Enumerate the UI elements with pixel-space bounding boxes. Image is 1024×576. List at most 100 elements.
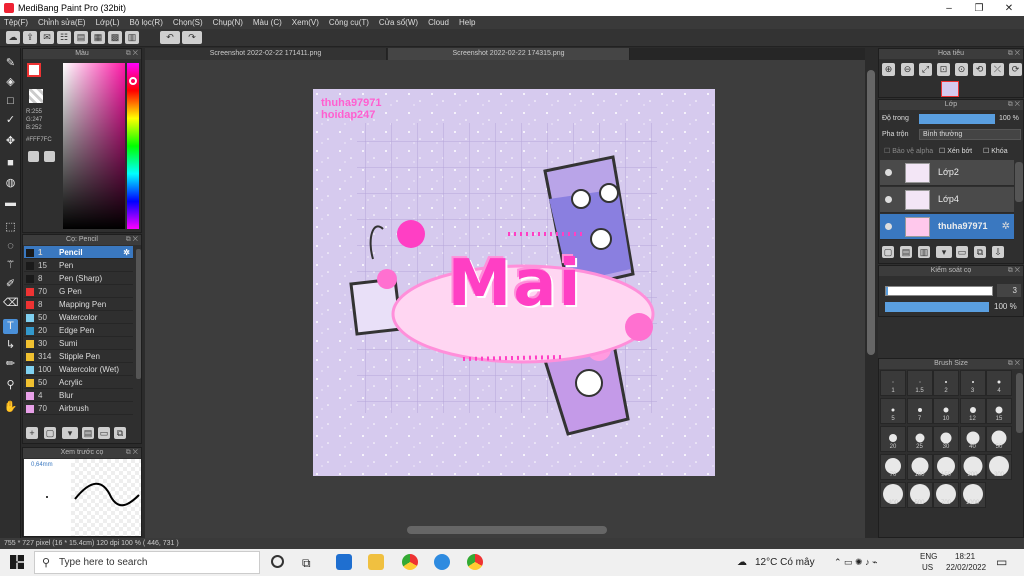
saturation-picker[interactable] bbox=[63, 63, 125, 229]
brush-item[interactable]: 1 Pencil ✲ bbox=[24, 246, 133, 259]
menu-snap[interactable]: Chụp(N) bbox=[213, 18, 243, 27]
brush-item[interactable]: 70 G Pen bbox=[24, 285, 133, 298]
brush-size-cell[interactable]: 4 bbox=[986, 370, 1012, 396]
chat-icon[interactable]: ☷ bbox=[57, 31, 71, 44]
merge-layer-icon[interactable]: ⇩ bbox=[992, 246, 1004, 258]
cortana-icon[interactable] bbox=[271, 555, 284, 568]
brush-size-cell[interactable]: 300 bbox=[986, 454, 1012, 480]
chrome-icon[interactable] bbox=[402, 554, 418, 570]
upload-icon[interactable]: ⇪ bbox=[23, 31, 37, 44]
taskbar-search[interactable]: ⚲ Type here to search bbox=[34, 551, 260, 574]
brush-size-cell[interactable]: 70 bbox=[880, 454, 906, 480]
new-brush-icon[interactable]: ▢ bbox=[44, 427, 56, 439]
dropper-tool-icon[interactable]: ⚲ bbox=[3, 378, 18, 393]
menu-view[interactable]: Xem(V) bbox=[292, 18, 319, 27]
brush-item[interactable]: 314 Stipple Pen bbox=[24, 350, 133, 363]
hue-slider[interactable] bbox=[127, 63, 139, 229]
brush-size-cell[interactable]: 25 bbox=[906, 426, 933, 452]
brush-size-cell[interactable]: 700 bbox=[933, 482, 959, 508]
file-explorer-icon[interactable] bbox=[368, 554, 384, 570]
brush-size-cell[interactable]: 500 bbox=[906, 482, 933, 508]
folder-icon[interactable]: ▭ bbox=[98, 427, 110, 439]
select-pen-icon[interactable]: ✐ bbox=[3, 277, 18, 292]
brush-item[interactable]: 4 Blur bbox=[24, 389, 133, 402]
layer-menu-icon[interactable]: ▾ bbox=[936, 246, 952, 258]
language-indicator[interactable]: ENG bbox=[920, 552, 937, 561]
new-8bit-icon[interactable]: ▥ bbox=[918, 246, 930, 258]
wand-tool-icon[interactable]: ⚚ bbox=[3, 258, 18, 273]
brush-item[interactable]: 8 Mapping Pen bbox=[24, 298, 133, 311]
new-layer-icon[interactable]: ▢ bbox=[882, 246, 894, 258]
clip-checkbox[interactable]: ☐ Xén bớt bbox=[939, 147, 972, 155]
transparent-swatch[interactable] bbox=[29, 89, 43, 103]
text-tool-icon[interactable]: T bbox=[3, 319, 18, 334]
brush-size-cell[interactable]: 12 bbox=[959, 398, 986, 424]
hue-handle[interactable] bbox=[129, 77, 137, 85]
flip-icon[interactable]: ⤫ bbox=[991, 63, 1004, 76]
menu-color[interactable]: Màu (C) bbox=[253, 18, 282, 27]
reset-icon[interactable]: ⟳ bbox=[1009, 63, 1022, 76]
maximize-icon[interactable]: ❐ bbox=[964, 3, 994, 14]
settings-icon[interactable]: ▥ bbox=[125, 31, 139, 44]
clock-time[interactable]: 18:21 bbox=[955, 552, 975, 561]
cloud-icon[interactable]: ☁ bbox=[6, 31, 20, 44]
layer-folder-icon[interactable]: ▭ bbox=[956, 246, 968, 258]
fill-rect-icon[interactable]: ■ bbox=[3, 156, 18, 171]
weather-text[interactable]: 12°C Có mây bbox=[755, 557, 815, 568]
medibang-icon[interactable] bbox=[467, 554, 483, 570]
layer-scrollbar[interactable] bbox=[1015, 162, 1023, 202]
undo-icon[interactable]: ↶ bbox=[160, 31, 180, 44]
move-tool-icon[interactable]: ✥ bbox=[3, 134, 18, 149]
drawing-canvas[interactable]: Mai thuha97971 hoidap247 bbox=[313, 89, 715, 476]
tray-icons[interactable]: ⌃ ▭ ✺ ♪ ⌁ bbox=[834, 557, 878, 568]
menu-edit[interactable]: Chỉnh sửa(E) bbox=[38, 18, 86, 27]
brush-size-cell[interactable]: 1.5 bbox=[906, 370, 933, 396]
marquee-tool-icon[interactable]: ⬚ bbox=[3, 220, 18, 235]
mail-icon[interactable] bbox=[336, 554, 352, 570]
redo-icon[interactable]: ↷ bbox=[182, 31, 202, 44]
brush-size-value[interactable]: 3 bbox=[997, 284, 1021, 297]
select-tool-icon[interactable]: ✓ bbox=[3, 113, 18, 128]
menu-file[interactable]: Tệp(F) bbox=[4, 18, 28, 27]
brush-item[interactable]: 8 Pen (Sharp) bbox=[24, 272, 133, 285]
brush-size-cell[interactable]: 150 bbox=[933, 454, 959, 480]
brush-size-cell[interactable]: 200 bbox=[959, 454, 986, 480]
brush-item[interactable]: 50 Watercolor bbox=[24, 311, 133, 324]
brush-size-cell[interactable]: 1 bbox=[880, 370, 906, 396]
panel-tool-icon[interactable]: ✏ bbox=[3, 357, 18, 372]
vertical-scrollbar[interactable] bbox=[867, 70, 875, 355]
brush-size-cell[interactable]: 2 bbox=[933, 370, 959, 396]
color-history-icon[interactable] bbox=[44, 151, 55, 162]
zoom-out-icon[interactable]: ⊖ bbox=[901, 63, 914, 76]
brush-size-cell[interactable]: 3 bbox=[959, 370, 986, 396]
add-brush-icon[interactable]: + bbox=[26, 427, 38, 439]
horizontal-scrollbar[interactable] bbox=[407, 526, 607, 534]
brush-item[interactable]: 70 Airbrush bbox=[24, 402, 133, 415]
tab-screenshot-2[interactable]: Screenshot 2022-02-22 174315.png bbox=[388, 48, 630, 60]
brush-item[interactable]: 20 Edge Pen bbox=[24, 324, 133, 337]
tab-screenshot-1[interactable]: Screenshot 2022-02-22 171411.png bbox=[145, 48, 387, 60]
brush-item[interactable]: 30 Sumi bbox=[24, 337, 133, 350]
rotate-icon[interactable]: ⟲ bbox=[973, 63, 986, 76]
comment-icon[interactable]: ✉ bbox=[40, 31, 54, 44]
foreground-color-swatch[interactable] bbox=[27, 63, 41, 77]
zoom-actual-icon[interactable]: ⊙ bbox=[955, 63, 968, 76]
zoom-fit-icon[interactable]: ⊡ bbox=[937, 63, 950, 76]
minimize-icon[interactable]: – bbox=[934, 3, 964, 14]
menu-select[interactable]: Chọn(S) bbox=[173, 18, 203, 27]
zoom-in-icon[interactable]: ⊕ bbox=[882, 63, 895, 76]
brush-list-scrollbar[interactable] bbox=[136, 249, 141, 379]
canvas-area[interactable]: Mai thuha97971 hoidap247 bbox=[145, 60, 865, 538]
brush-size-cell[interactable]: 20 bbox=[880, 426, 906, 452]
brush-size-cell[interactable]: 15 bbox=[986, 398, 1012, 424]
blend-mode-select[interactable]: Bình thường bbox=[919, 129, 1021, 140]
task-view-icon[interactable]: ⧉ bbox=[302, 556, 311, 571]
brush-size-cell[interactable]: 100 bbox=[906, 454, 933, 480]
protect-alpha-checkbox[interactable]: ☐ Bảo vệ alpha bbox=[884, 147, 933, 155]
brush-size-cell[interactable]: 30 bbox=[933, 426, 959, 452]
grid-icon[interactable]: ▩ bbox=[108, 31, 122, 44]
layer-item-selected[interactable]: thuha97971 ✲ bbox=[880, 214, 1014, 240]
brush-size-slider[interactable] bbox=[885, 286, 993, 296]
menu-window[interactable]: Cửa sổ(W) bbox=[379, 18, 418, 27]
brush-menu-icon[interactable]: ▾ bbox=[62, 427, 78, 439]
